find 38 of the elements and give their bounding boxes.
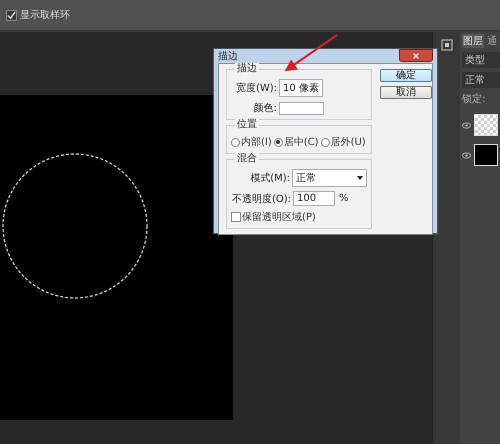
eye-icon[interactable] — [462, 152, 472, 158]
radio-button[interactable] — [320, 138, 330, 146]
dialog-button[interactable]: 确定 — [380, 69, 432, 82]
radio-button[interactable] — [231, 138, 240, 146]
caret-icon — [357, 176, 363, 180]
mode-dropdown[interactable]: 正常 — [292, 169, 367, 187]
group-legend: 位置 — [235, 119, 259, 131]
radio-button[interactable] — [274, 138, 283, 146]
panel-tab[interactable]: 图层 — [462, 34, 484, 48]
field-label: 不透明度(O): — [231, 192, 291, 206]
radio-label: 居外(U) — [330, 136, 366, 149]
field-label: 模式(M): — [249, 172, 290, 185]
panel-tab[interactable]: 通 — [486, 34, 498, 48]
blend-mode-dropdown[interactable]: 正常 — [462, 72, 500, 88]
unit-label: % — [339, 193, 349, 204]
panel-icon[interactable] — [440, 38, 454, 52]
field-label: 颜色: — [252, 102, 277, 115]
eye-icon[interactable] — [462, 122, 472, 128]
dialog-title: 描边 — [218, 50, 238, 62]
checkbox[interactable] — [231, 212, 241, 222]
checkbox-label: 保留透明区域(P) — [242, 210, 316, 224]
filter-field[interactable]: 类型 — [462, 52, 500, 68]
radio-label: 内部(I) — [241, 136, 272, 149]
layer-thumbnail[interactable] — [474, 144, 498, 166]
color-swatch[interactable] — [279, 102, 324, 114]
group-legend: 描边 — [235, 63, 259, 75]
opacity-field[interactable]: 100 — [293, 191, 335, 206]
group-legend: 混合 — [235, 153, 259, 165]
lock-label: 锁定: — [462, 92, 486, 106]
checkbox-label: 显示取样环 — [20, 8, 70, 22]
layer-thumbnail[interactable] — [474, 114, 498, 136]
width-field[interactable]: 10 像素 — [279, 79, 323, 97]
radio-label: 居中(C) — [284, 136, 319, 149]
close-icon — [412, 52, 420, 60]
dialog-button[interactable]: 取消 — [380, 86, 432, 99]
field-label: 宽度(W): — [234, 82, 277, 95]
checkbox[interactable] — [6, 10, 17, 20]
close-button[interactable] — [399, 49, 433, 62]
